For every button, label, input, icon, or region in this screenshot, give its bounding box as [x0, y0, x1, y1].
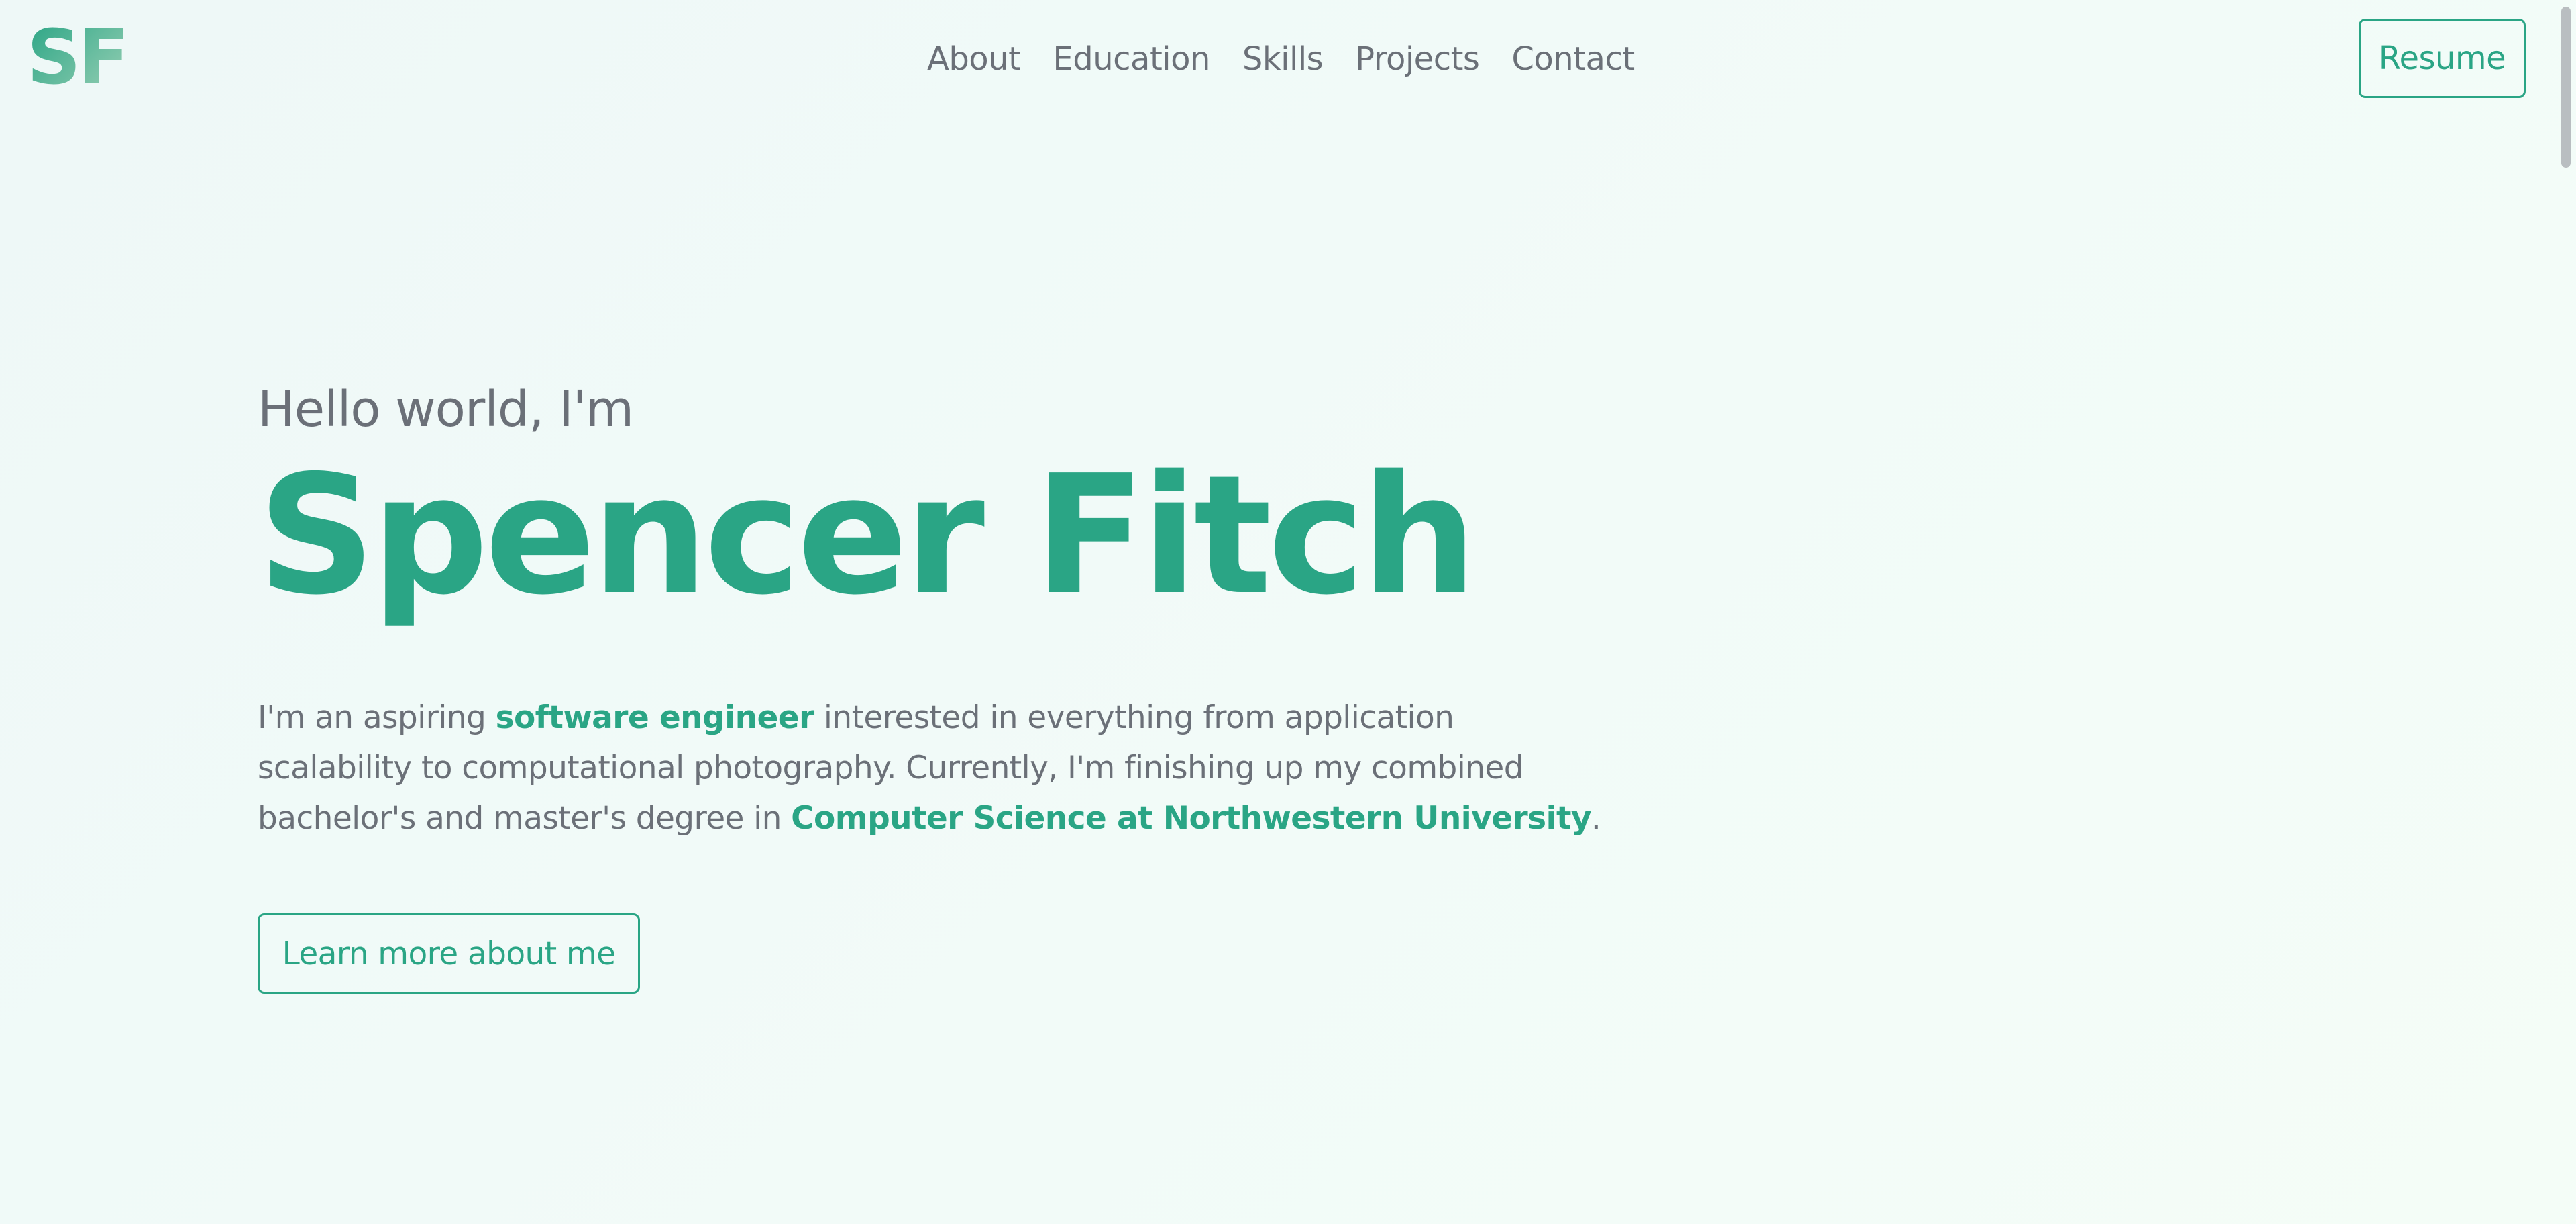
resume-button[interactable]: Resume: [2359, 19, 2526, 98]
nav-links: About Education Skills Projects Contact: [918, 38, 1651, 81]
nav-link-projects[interactable]: Projects: [1339, 40, 1495, 78]
nav-link-skills[interactable]: Skills: [1226, 40, 1339, 78]
scrollbar-thumb[interactable]: [2561, 7, 2571, 168]
learn-more-button[interactable]: Learn more about me: [258, 913, 640, 994]
scrollbar-track[interactable]: [2555, 0, 2576, 1224]
bio-paragraph: I'm an aspiring software engineer intere…: [258, 693, 1613, 844]
hero-section: Hello world, I'm Spencer Fitch I'm an as…: [258, 376, 1666, 994]
bio-text-1: I'm an aspiring: [258, 699, 496, 736]
navbar: SF About Education Skills Projects Conta…: [0, 0, 2555, 118]
hero-name: Spencer Fitch: [258, 440, 1477, 631]
bio-highlight-degree: Computer Science at Northwestern Univers…: [791, 800, 1591, 837]
greeting-text: Hello world, I'm: [258, 380, 634, 438]
nav-link-about[interactable]: About: [918, 40, 1036, 78]
bio-text-3: .: [1591, 800, 1601, 837]
nav-link-education[interactable]: Education: [1036, 40, 1226, 78]
bio-highlight-role: software engineer: [495, 699, 815, 736]
nav-link-contact[interactable]: Contact: [1495, 40, 1650, 78]
logo[interactable]: SF: [27, 20, 129, 95]
